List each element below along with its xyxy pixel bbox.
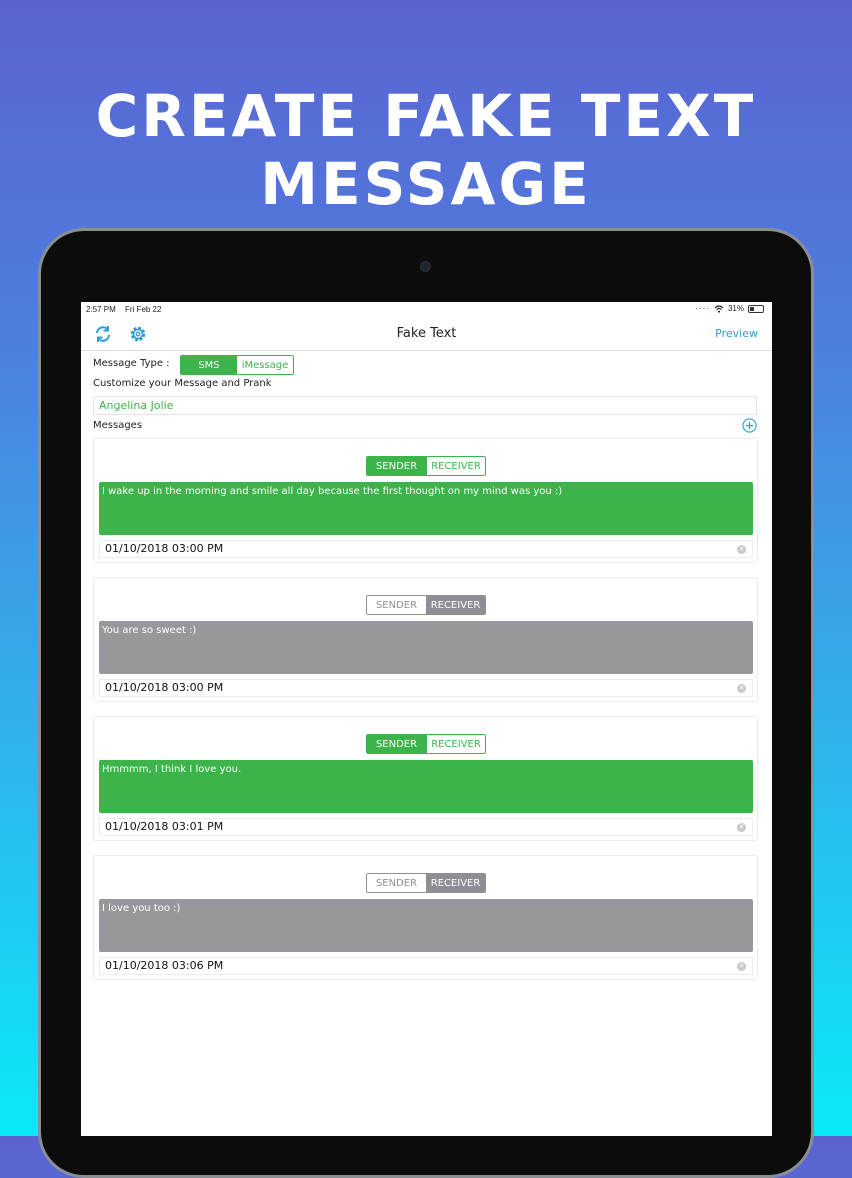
role-toggle: SENDER RECEIVER [366,595,486,615]
clear-icon[interactable]: ✕ [737,962,746,971]
role-toggle: SENDER RECEIVER [366,873,486,893]
sender-option[interactable]: SENDER [367,457,426,475]
message-card: SENDER RECEIVER I love you too :) 01/10/… [93,855,758,980]
message-card: SENDER RECEIVER Hmmmm, I think I love yo… [93,716,758,841]
receiver-option[interactable]: RECEIVER [426,596,485,614]
headline: CREATE FAKE TEXT MESSAGE [95,82,757,218]
sender-option[interactable]: SENDER [367,596,426,614]
message-datetime-field[interactable]: 01/10/2018 03:01 PM ✕ [99,818,753,836]
datetime-value: 01/10/2018 03:01 PM [105,820,224,833]
add-message-icon[interactable] [742,418,757,433]
sender-option[interactable]: SENDER [367,874,426,892]
status-date: Fri Feb 22 [125,305,162,314]
message-text-field[interactable]: You are so sweet :) [99,621,753,674]
clear-icon[interactable]: ✕ [737,545,746,554]
status-right: ···· 31% [695,304,764,313]
status-bar: 2:57 PM Fri Feb 22 ···· 31% [81,302,772,318]
imessage-option[interactable]: iMessage [237,356,293,374]
sms-option[interactable]: SMS [181,356,237,374]
role-toggle: SENDER RECEIVER [366,734,486,754]
customize-label: Customize your Message and Prank [93,378,272,389]
clear-icon[interactable]: ✕ [737,823,746,832]
sender-option[interactable]: SENDER [367,735,426,753]
message-type-label: Message Type : [93,358,170,369]
nav-title: Fake Text [396,326,457,341]
wifi-icon [714,304,724,313]
navbar: Fake Text Preview [81,318,772,351]
receiver-option[interactable]: RECEIVER [426,735,485,753]
camera [420,261,431,272]
message-text-field[interactable]: I love you too :) [99,899,753,952]
contact-name-input[interactable]: Angelina Jolie [93,396,757,415]
message-datetime-field[interactable]: 01/10/2018 03:00 PM ✕ [99,679,753,697]
receiver-option[interactable]: RECEIVER [426,874,485,892]
signal-dots-icon: ···· [695,304,710,313]
role-toggle: SENDER RECEIVER [366,456,486,476]
datetime-value: 01/10/2018 03:00 PM [105,681,224,694]
message-text-field[interactable]: Hmmmm, I think I love you. [99,760,753,813]
messages-label: Messages [93,420,143,431]
message-type-toggle: SMS iMessage [180,355,294,375]
message-datetime-field[interactable]: 01/10/2018 03:00 PM ✕ [99,540,753,558]
datetime-value: 01/10/2018 03:06 PM [105,959,224,972]
message-text-field[interactable]: I wake up in the morning and smile all d… [99,482,753,535]
message-card: SENDER RECEIVER You are so sweet :) 01/1… [93,577,758,702]
datetime-value: 01/10/2018 03:00 PM [105,542,224,555]
battery-icon [748,304,764,313]
receiver-option[interactable]: RECEIVER [426,457,485,475]
message-datetime-field[interactable]: 01/10/2018 03:06 PM ✕ [99,957,753,975]
battery-percent: 31% [727,304,744,313]
clear-icon[interactable]: ✕ [737,684,746,693]
app-screen: 2:57 PM Fri Feb 22 ···· 31% Fake Text Pr… [81,302,772,1136]
message-card: SENDER RECEIVER I wake up in the morning… [93,438,758,563]
status-time: 2:57 PM [86,305,116,314]
preview-button[interactable]: Preview [715,327,758,340]
